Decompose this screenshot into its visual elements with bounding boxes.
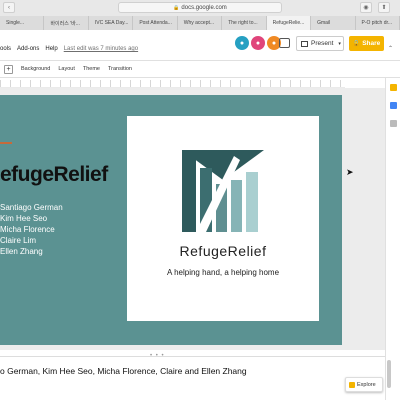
tab-strip: Single... 바이러스 '바... IVC SEA Day... Post… — [0, 16, 400, 30]
avatar[interactable]: ● — [235, 36, 249, 50]
team-names[interactable]: Santiago German Kim Hee Seo Micha Floren… — [0, 202, 63, 257]
menu-bar: ools Add-ons Help Last edit was 7 minute… — [0, 46, 138, 52]
present-button[interactable]: Present ▾ — [296, 36, 344, 51]
browser-tab[interactable]: P-O pitch dr... — [355, 16, 400, 30]
browser-tab[interactable]: Post Attenda... — [133, 16, 178, 30]
theme-button[interactable]: Theme — [83, 66, 100, 72]
share-page-icon[interactable]: ⬆ — [378, 2, 390, 13]
notes-resize-handle[interactable]: • • • — [150, 353, 165, 359]
collapse-menus-icon[interactable]: ⌃ — [388, 45, 393, 52]
back-icon[interactable]: ‹ — [3, 2, 15, 13]
menu-addons[interactable]: Add-ons — [17, 46, 39, 52]
speaker-notes[interactable]: o German, Kim Hee Seo, Micha Florence, C… — [0, 366, 247, 376]
browser-tab[interactable]: IVC SEA Day... — [88, 16, 134, 30]
browser-tab[interactable]: The right to... — [222, 16, 267, 30]
ruler — [0, 80, 345, 88]
team-member: Micha Florence — [0, 225, 55, 234]
browser-tab[interactable]: 바이러스 '바... — [44, 16, 89, 30]
app-header: ools Add-ons Help Last edit was 7 minute… — [0, 30, 400, 58]
team-member: Kim Hee Seo — [0, 214, 48, 223]
collaborator-avatars: ● ● ● — [235, 36, 281, 50]
logo-name: RefugeRelief — [179, 243, 267, 259]
present-icon — [301, 40, 308, 47]
comment-icon[interactable] — [279, 38, 290, 48]
browser-tab[interactable]: Why accept... — [177, 16, 223, 30]
extension-icon[interactable]: ◉ — [360, 2, 372, 13]
background-button[interactable]: Background — [21, 66, 50, 72]
last-edit-link[interactable]: Last edit was 7 minutes ago — [64, 46, 138, 52]
layout-button[interactable]: Layout — [58, 66, 75, 72]
explore-label: Explore — [357, 381, 376, 388]
team-member: Santiago German — [0, 203, 63, 212]
menu-help[interactable]: Help — [45, 46, 57, 52]
team-member: Claire Lim — [0, 236, 37, 245]
team-member: Ellen Zhang — [0, 247, 43, 256]
share-button[interactable]: 🔒 Share — [349, 36, 384, 51]
transition-button[interactable]: Transition — [108, 66, 132, 72]
lock-icon: 🔒 — [352, 41, 361, 47]
logo-tagline: A helping hand, a helping home — [166, 268, 280, 277]
tasks-icon[interactable] — [390, 102, 397, 109]
refugerelief-logo-icon — [182, 150, 264, 232]
new-slide-icon[interactable]: + — [4, 64, 13, 74]
menu-tools[interactable]: ools — [0, 46, 11, 52]
chevron-down-icon[interactable]: ▾ — [338, 41, 341, 47]
lock-icon: 🔒 — [173, 4, 180, 11]
browser-tab[interactable]: Gmail — [311, 16, 356, 30]
slide-title[interactable]: efugeRelief — [0, 163, 108, 187]
explore-icon — [349, 381, 355, 388]
side-panel — [385, 78, 400, 400]
share-label: Share — [362, 40, 381, 47]
toolbar: + Background Layout Theme Transition — [0, 60, 400, 78]
scrollbar[interactable] — [387, 360, 391, 388]
keep-icon[interactable] — [390, 84, 397, 91]
browser-tab[interactable]: Single... — [0, 16, 45, 30]
explore-button[interactable]: Explore — [345, 377, 383, 392]
browser-chrome: ‹ 🔒 docs.google.com ◉ ⬆ Single... 바이러스 '… — [0, 0, 400, 30]
notes-divider[interactable] — [0, 356, 385, 357]
logo-image[interactable]: RefugeRelief A helping hand, a helping h… — [127, 116, 319, 321]
address-bar[interactable]: 🔒 docs.google.com — [118, 2, 282, 13]
avatar[interactable]: ● — [251, 36, 265, 50]
url-text: docs.google.com — [181, 4, 227, 11]
browser-tab-active[interactable]: RefugeRelie... — [266, 16, 312, 30]
add-ons-icon[interactable] — [390, 120, 397, 127]
mouse-cursor-icon: ➤ — [346, 167, 354, 177]
accent-line — [0, 142, 12, 144]
present-label: Present — [311, 40, 334, 47]
